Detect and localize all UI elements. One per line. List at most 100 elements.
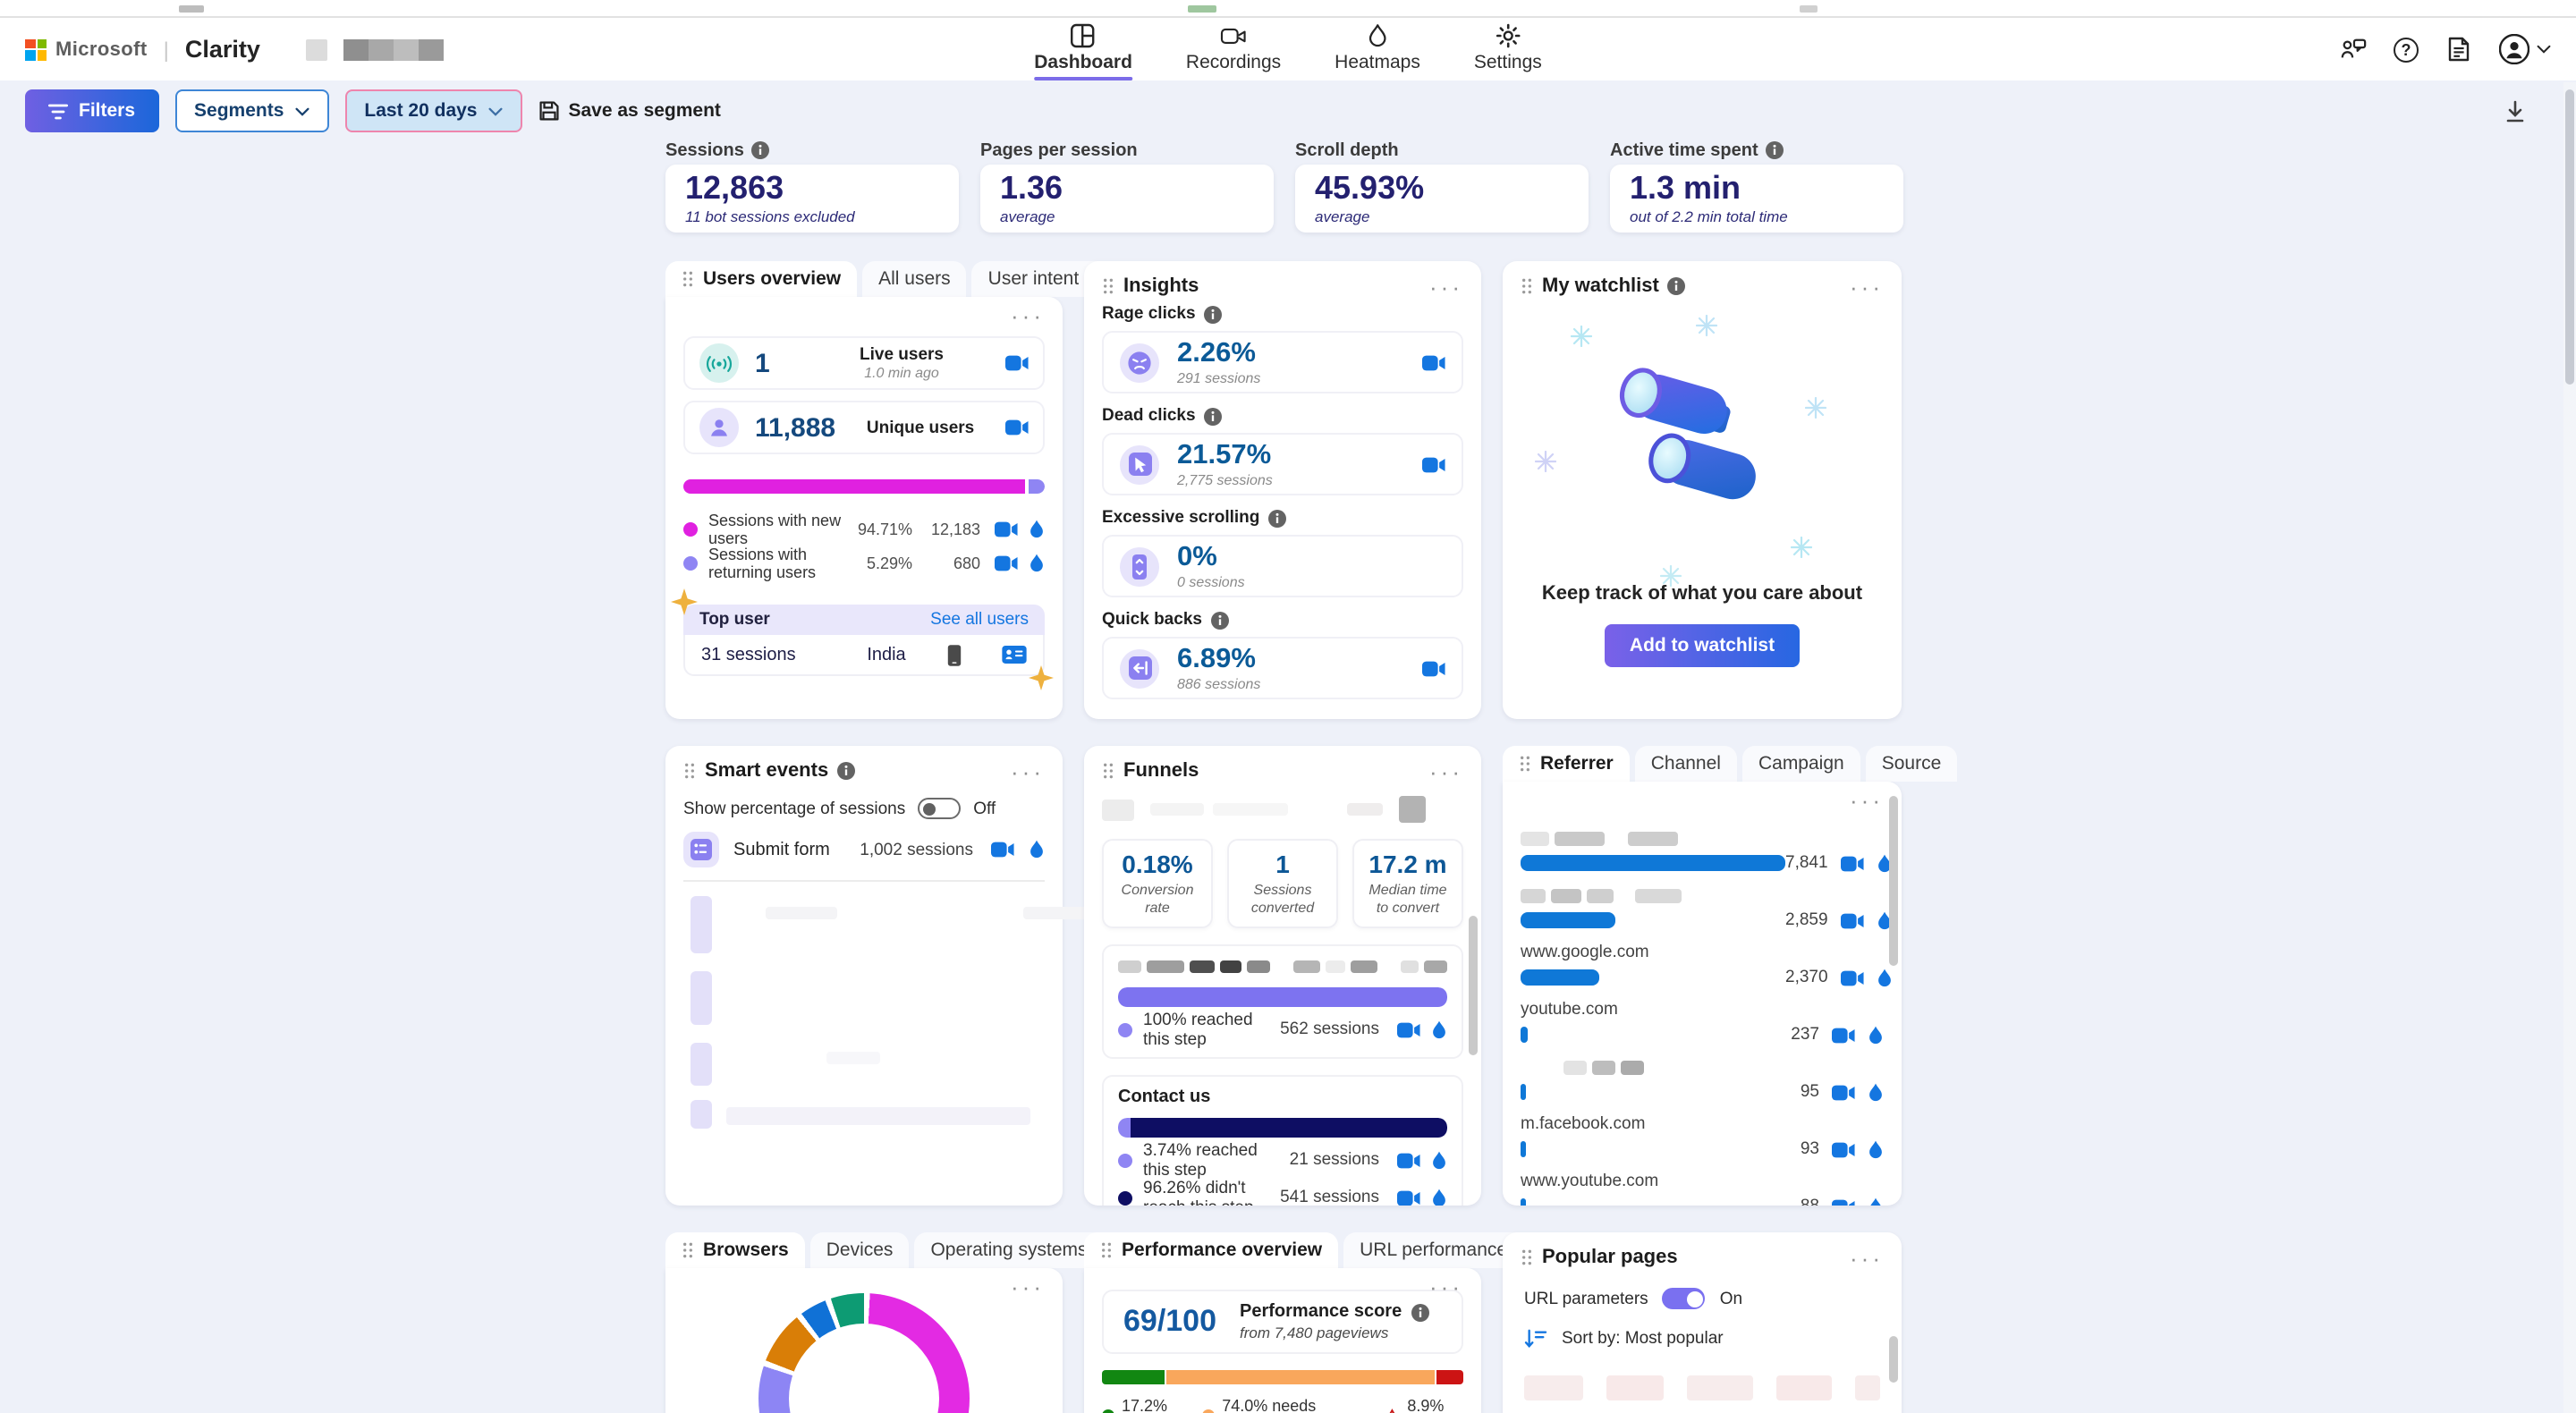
more-menu[interactable]: ··· bbox=[1011, 760, 1045, 785]
more-menu[interactable]: ··· bbox=[1011, 1275, 1045, 1300]
segments-dropdown[interactable]: Segments bbox=[174, 89, 328, 132]
user-profile-card-icon[interactable] bbox=[1002, 646, 1027, 664]
view-recordings-icon[interactable] bbox=[1841, 854, 1864, 872]
drag-handle-icon[interactable] bbox=[683, 762, 696, 780]
tab-referrer[interactable]: Referrer bbox=[1503, 746, 1630, 782]
view-recordings-icon[interactable] bbox=[1397, 1151, 1420, 1169]
view-recordings-icon[interactable] bbox=[1422, 455, 1445, 473]
info-icon[interactable] bbox=[1411, 1304, 1428, 1321]
info-icon[interactable] bbox=[1268, 510, 1285, 527]
drag-handle-icon[interactable] bbox=[1521, 277, 1533, 295]
view-recordings-icon[interactable] bbox=[1832, 1197, 1855, 1206]
view-recordings-icon[interactable] bbox=[1841, 911, 1864, 929]
smart-event-row[interactable]: Submit form 1,002 sessions bbox=[665, 826, 1063, 873]
drag-handle-icon[interactable] bbox=[1102, 277, 1114, 295]
view-heatmap-icon[interactable] bbox=[1431, 1019, 1447, 1040]
view-recordings-icon[interactable] bbox=[1832, 1026, 1855, 1044]
info-icon[interactable] bbox=[1211, 612, 1228, 629]
filters-button[interactable]: Filters bbox=[25, 89, 158, 132]
drag-handle-icon[interactable] bbox=[1100, 1241, 1113, 1259]
tab-heatmaps[interactable]: Heatmaps bbox=[1331, 18, 1424, 80]
view-heatmap-icon[interactable] bbox=[1868, 1081, 1884, 1103]
view-heatmap-icon[interactable] bbox=[1431, 1187, 1447, 1206]
tab-campaign[interactable]: Campaign bbox=[1742, 746, 1860, 782]
mobile-device-icon bbox=[946, 643, 962, 666]
view-heatmap-icon[interactable] bbox=[1431, 1149, 1447, 1171]
view-heatmap-icon[interactable] bbox=[1868, 1196, 1884, 1206]
returning-users-segment bbox=[1030, 479, 1045, 494]
view-recordings-icon[interactable] bbox=[1005, 354, 1029, 372]
more-menu[interactable]: ··· bbox=[1011, 304, 1045, 329]
more-menu[interactable]: ··· bbox=[1850, 1247, 1884, 1272]
more-menu[interactable]: ··· bbox=[1850, 275, 1884, 300]
drag-handle-icon[interactable] bbox=[682, 270, 694, 288]
save-as-segment-button[interactable]: Save as segment bbox=[538, 100, 721, 122]
project-name-redacted[interactable] bbox=[307, 38, 445, 60]
info-icon[interactable] bbox=[1668, 278, 1685, 295]
add-to-watchlist-button[interactable]: Add to watchlist bbox=[1605, 624, 1800, 667]
view-recordings-icon[interactable] bbox=[995, 520, 1018, 537]
drag-handle-icon[interactable] bbox=[1102, 762, 1114, 780]
tab-operating-systems[interactable]: Operating systems bbox=[914, 1232, 1103, 1268]
view-heatmap-icon[interactable] bbox=[1877, 967, 1893, 988]
view-recordings-icon[interactable] bbox=[1422, 353, 1445, 371]
more-menu[interactable]: ··· bbox=[1429, 760, 1463, 785]
date-range-dropdown[interactable]: Last 20 days bbox=[344, 89, 521, 132]
tab-recordings[interactable]: Recordings bbox=[1182, 18, 1284, 80]
more-menu[interactable]: ··· bbox=[1850, 789, 1884, 814]
tab-all-users[interactable]: All users bbox=[862, 261, 967, 297]
show-percentage-toggle[interactable] bbox=[918, 798, 961, 819]
tab-settings[interactable]: Settings bbox=[1470, 18, 1546, 80]
tab-devices[interactable]: Devices bbox=[810, 1232, 910, 1268]
tab-channel[interactable]: Channel bbox=[1635, 746, 1737, 782]
view-heatmap-icon[interactable] bbox=[1868, 1024, 1884, 1045]
more-menu[interactable]: ··· bbox=[1429, 1275, 1463, 1300]
see-all-users-link[interactable]: See all users bbox=[930, 610, 1029, 630]
drag-handle-icon[interactable] bbox=[1521, 1248, 1533, 1266]
funnel-step-1: 100% reached this step 562 sessions bbox=[1102, 944, 1463, 1059]
info-icon[interactable] bbox=[751, 142, 768, 159]
info-icon[interactable] bbox=[1766, 142, 1783, 159]
drag-handle-icon[interactable] bbox=[682, 1241, 694, 1259]
release-notes-icon[interactable] bbox=[2445, 36, 2472, 63]
drag-handle-icon[interactable] bbox=[1519, 755, 1531, 773]
top-user-row[interactable]: 31 sessions India bbox=[683, 635, 1045, 676]
feedback-icon[interactable] bbox=[2340, 36, 2367, 63]
page-scrollbar[interactable] bbox=[2563, 82, 2576, 1413]
info-icon[interactable] bbox=[1205, 306, 1222, 323]
referrer-scrollbar[interactable] bbox=[1889, 796, 1898, 966]
more-menu[interactable]: ··· bbox=[1429, 275, 1463, 300]
view-heatmap-icon[interactable] bbox=[1029, 552, 1045, 573]
tab-source[interactable]: Source bbox=[1866, 746, 1958, 782]
account-menu[interactable] bbox=[2499, 34, 2551, 64]
funnels-scrollbar[interactable] bbox=[1469, 916, 1478, 1055]
page-scrollbar-thumb[interactable] bbox=[2565, 89, 2574, 385]
tab-browsers[interactable]: Browsers bbox=[665, 1232, 805, 1268]
view-recordings-icon[interactable] bbox=[1832, 1140, 1855, 1158]
popular-pages-title: Popular pages bbox=[1542, 1247, 1678, 1268]
view-heatmap-icon[interactable] bbox=[1029, 518, 1045, 539]
tab-dashboard[interactable]: Dashboard bbox=[1030, 18, 1136, 80]
info-icon[interactable] bbox=[1205, 408, 1222, 425]
snowflake-icon bbox=[1571, 326, 1592, 347]
download-button[interactable] bbox=[2504, 99, 2526, 123]
view-recordings-icon[interactable] bbox=[991, 841, 1014, 859]
view-heatmap-icon[interactable] bbox=[1029, 839, 1045, 860]
url-parameters-toggle[interactable] bbox=[1663, 1288, 1706, 1309]
info-icon[interactable] bbox=[837, 763, 854, 780]
view-recordings-icon[interactable] bbox=[1422, 659, 1445, 677]
view-recordings-icon[interactable] bbox=[995, 554, 1018, 571]
sort-by-control[interactable]: Sort by: Most popular bbox=[1503, 1329, 1902, 1349]
view-recordings-icon[interactable] bbox=[1841, 969, 1864, 986]
view-recordings-icon[interactable] bbox=[1397, 1020, 1420, 1038]
tab-url-performance[interactable]: URL performance bbox=[1343, 1232, 1523, 1268]
tab-performance-overview[interactable]: Performance overview bbox=[1084, 1232, 1338, 1268]
tab-users-overview[interactable]: Users overview bbox=[665, 261, 857, 297]
view-recordings-icon[interactable] bbox=[1832, 1083, 1855, 1101]
view-recordings-icon[interactable] bbox=[1397, 1189, 1420, 1206]
view-recordings-icon[interactable] bbox=[1005, 419, 1029, 436]
browsers-donut-chart[interactable] bbox=[758, 1293, 970, 1413]
view-heatmap-icon[interactable] bbox=[1868, 1138, 1884, 1160]
help-icon[interactable]: ? bbox=[2394, 37, 2419, 62]
popular-pages-scrollbar[interactable] bbox=[1889, 1336, 1898, 1383]
